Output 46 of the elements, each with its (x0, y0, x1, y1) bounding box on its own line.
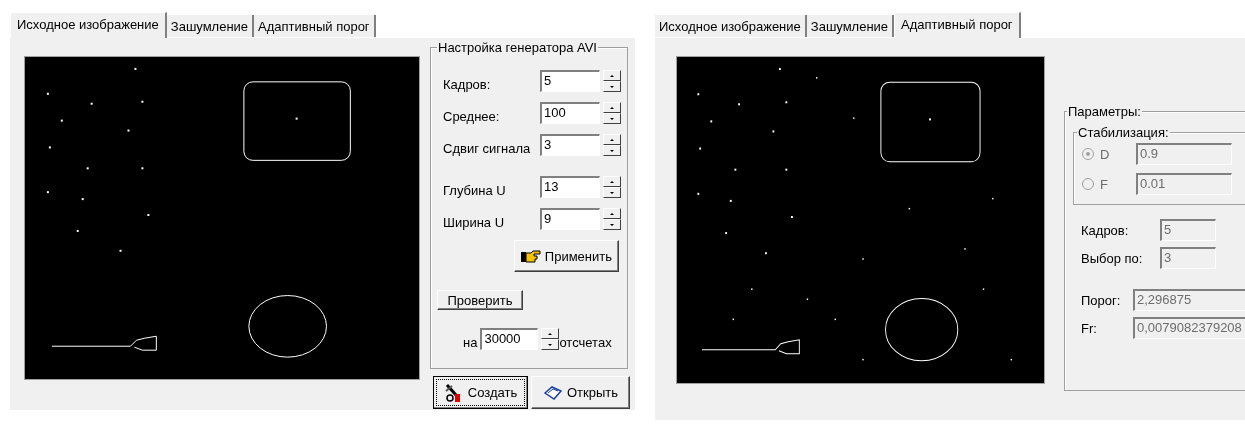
field-label: Порог: (1081, 292, 1122, 308)
spin-up-button[interactable] (603, 134, 621, 145)
field-label: Глубина U (443, 181, 507, 198)
field-label: отсчетах (559, 333, 612, 350)
number-field[interactable]: 5 (540, 70, 600, 92)
spin-down-button[interactable] (603, 187, 621, 198)
field-label: Кадров: (1081, 222, 1130, 238)
field-label: Среднее: (443, 107, 501, 124)
spin-up-button[interactable] (603, 70, 621, 81)
spin-down-button[interactable] (541, 339, 560, 350)
group-title: Параметры: (1067, 104, 1142, 119)
number-field[interactable]: 13 (540, 176, 600, 198)
spin-down-button[interactable] (603, 145, 621, 156)
spin-down-button[interactable] (603, 81, 621, 92)
tab[interactable]: Адаптивный порог (254, 15, 376, 37)
spin-down-button[interactable] (603, 113, 621, 124)
field-label: Кадров: (443, 75, 492, 92)
spin-up-button[interactable] (603, 102, 621, 113)
apply-button[interactable]: Применить (513, 240, 619, 272)
field-label: Сдвиг сигнала (443, 139, 532, 156)
spin-down-button[interactable] (603, 219, 621, 230)
number-field[interactable]: 9 (540, 208, 600, 230)
field-label: Выбор по: (1081, 250, 1144, 266)
field-label: на (463, 333, 478, 350)
field-label: Ширина U (443, 213, 506, 230)
spin-up-button[interactable] (603, 176, 621, 187)
tab[interactable]: Исходное изображение (655, 15, 807, 37)
spin-up-button[interactable] (603, 208, 621, 219)
option-label: D (1100, 146, 1111, 162)
field-label: Fr: (1081, 320, 1098, 336)
tab[interactable]: Исходное изображение (10, 12, 167, 38)
tab[interactable]: Зашумление (166, 15, 255, 37)
number-field[interactable]: 3 (540, 134, 600, 156)
open-button[interactable]: Открыть (531, 376, 630, 409)
book-icon (542, 384, 563, 401)
group-title: Настройка генератора AVI (437, 40, 598, 55)
pointing-hand-icon (520, 249, 541, 263)
tab[interactable]: Адаптивный порог (894, 12, 1021, 38)
create-button[interactable]: Создать (433, 376, 528, 409)
tab[interactable]: Зашумление (806, 15, 895, 37)
number-field[interactable]: 30000 (480, 328, 539, 350)
option-label: F (1100, 176, 1109, 192)
number-field[interactable]: 100 (540, 102, 600, 124)
group-title: Стабилизация: (1077, 125, 1170, 140)
spin-up-button[interactable] (541, 328, 560, 339)
check-button[interactable]: Проверить (437, 290, 523, 310)
